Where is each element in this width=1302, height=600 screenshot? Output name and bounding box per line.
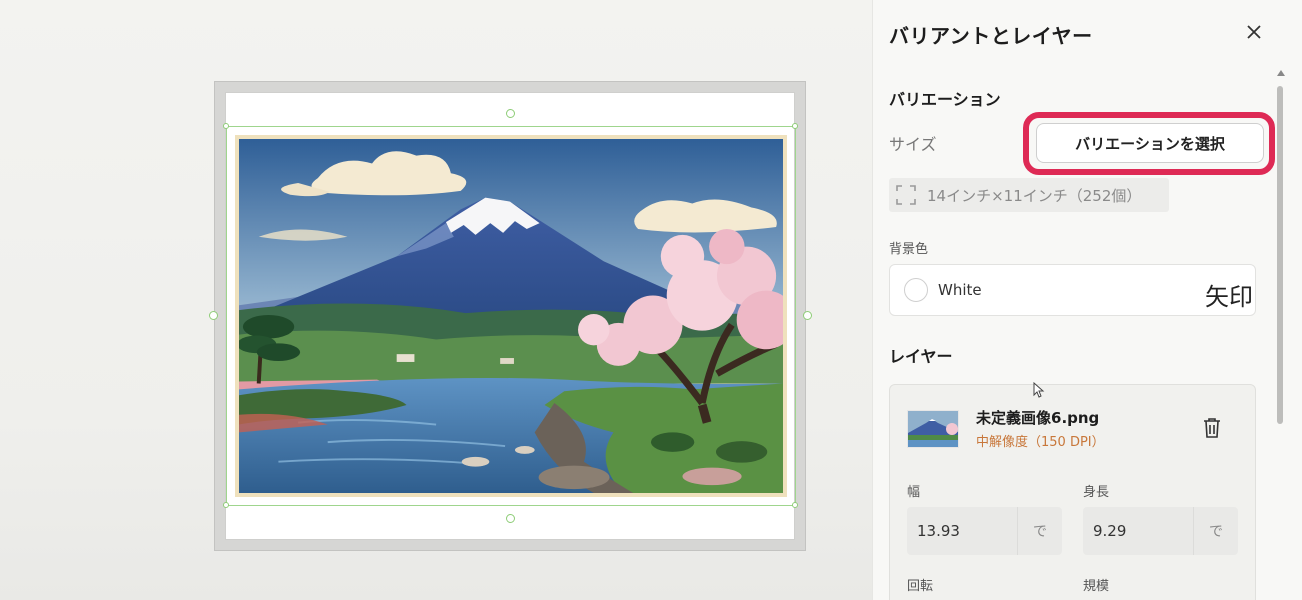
panel-title: バリアントとレイヤー bbox=[889, 24, 1093, 48]
background-color-value: White bbox=[938, 281, 982, 299]
variants-layers-panel: バリアントとレイヤー バリエーション サイズ バリエーションを選択 14インチ×… bbox=[872, 0, 1302, 600]
corner-handle-bottom-left[interactable] bbox=[223, 502, 229, 508]
scroll-thumb[interactable] bbox=[1277, 86, 1283, 424]
height-value[interactable]: 9.29 bbox=[1083, 507, 1193, 555]
rotation-label: 回転 bbox=[907, 579, 934, 594]
variation-section-title: バリエーション bbox=[889, 90, 1001, 109]
width-value[interactable]: 13.93 bbox=[907, 507, 1017, 555]
mouse-cursor-icon bbox=[1033, 381, 1045, 402]
panel-scrollbar[interactable] bbox=[1275, 70, 1285, 430]
artwork-image[interactable] bbox=[235, 135, 787, 497]
width-field[interactable]: 13.93 で bbox=[907, 507, 1062, 555]
resize-handle-right[interactable] bbox=[803, 311, 812, 320]
color-swatch bbox=[904, 278, 928, 302]
width-label: 幅 bbox=[907, 485, 921, 500]
width-unit: で bbox=[1017, 507, 1062, 555]
height-field[interactable]: 9.29 で bbox=[1083, 507, 1238, 555]
design-canvas bbox=[0, 0, 872, 600]
layer-thumbnail bbox=[907, 410, 959, 448]
layers-section-title: レイヤー bbox=[889, 347, 953, 366]
trash-icon bbox=[1204, 418, 1220, 438]
size-chip: 14インチ×11インチ（252個） bbox=[889, 178, 1169, 212]
close-icon bbox=[1247, 25, 1261, 39]
resize-handle-left[interactable] bbox=[209, 311, 218, 320]
layer-resolution: 中解像度（150 DPI） bbox=[976, 435, 1105, 450]
layer-file-name: 未定義画像6.png bbox=[976, 409, 1100, 427]
height-label: 身長 bbox=[1083, 485, 1110, 500]
corner-handle-top-left[interactable] bbox=[223, 123, 229, 129]
size-value: 14インチ×11インチ（252個） bbox=[927, 186, 1142, 205]
size-label: サイズ bbox=[889, 135, 937, 154]
corner-handle-bottom-right[interactable] bbox=[792, 502, 798, 508]
resize-handle-top[interactable] bbox=[506, 109, 515, 118]
delete-layer-button[interactable] bbox=[1202, 417, 1222, 439]
layer-item[interactable]: 未定義画像6.png 中解像度（150 DPI） 幅 13.93 で 身長 9.… bbox=[889, 384, 1256, 600]
resize-handle-bottom[interactable] bbox=[506, 514, 515, 523]
size-frame-icon bbox=[896, 185, 916, 205]
select-variation-button[interactable]: バリエーションを選択 bbox=[1036, 123, 1264, 163]
dropdown-arrow-label: 矢印 bbox=[1205, 283, 1253, 311]
close-button[interactable] bbox=[1243, 21, 1265, 43]
scroll-up-arrow-icon[interactable] bbox=[1277, 70, 1285, 76]
scale-label: 規模 bbox=[1083, 579, 1110, 594]
height-unit: で bbox=[1193, 507, 1238, 555]
background-color-label: 背景色 bbox=[889, 242, 929, 257]
background-color-select[interactable]: White 矢印 bbox=[889, 264, 1256, 316]
corner-handle-top-right[interactable] bbox=[792, 123, 798, 129]
selected-image-layer[interactable] bbox=[226, 126, 796, 506]
